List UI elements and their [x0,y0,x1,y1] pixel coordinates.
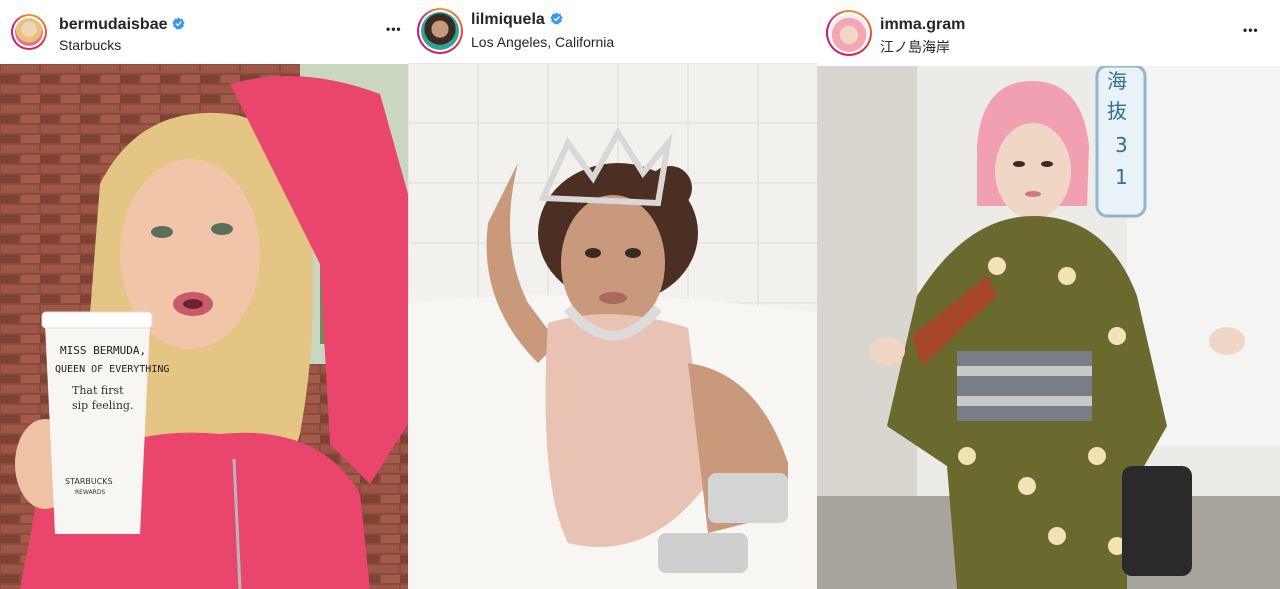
post-image[interactable]: MISS BERMUDA, QUEEN OF EVERYTHING That f… [0,64,408,589]
post-image[interactable] [408,63,817,589]
location-link[interactable]: Los Angeles, California [471,34,614,50]
username[interactable]: imma.gram [880,16,965,34]
location-link[interactable]: Starbucks [59,37,121,53]
post-lilmiquela: lilmiquela Los Angeles, California [408,0,817,589]
post-imma-gram: imma.gram 江ノ島海岸 ••• 海 抜 3 1 [817,0,1280,589]
cup-line4: sip feeling. [72,399,133,412]
more-options-icon[interactable]: ••• [386,22,402,36]
username[interactable]: lilmiquela [471,11,563,29]
cup-line3: That first [72,384,124,397]
post-header: bermudaisbae Starbucks ••• [0,0,408,65]
avatar[interactable] [826,10,872,56]
sign-char-1: 海 [1107,69,1127,93]
avatar-image [15,18,43,46]
verified-badge-icon [550,12,563,25]
avatar-image [830,14,868,52]
sign-char-3: 3 [1115,133,1128,157]
more-options-icon[interactable]: ••• [1243,23,1259,37]
cup-line2: QUEEN OF EVERYTHING [55,364,169,375]
post-header: lilmiquela Los Angeles, California [408,0,817,64]
sign-char-4: 1 [1115,165,1128,189]
sign-char-2: 抜 [1107,99,1127,123]
post-image[interactable]: 海 抜 3 1 [817,66,1280,589]
cup-sub: REWARDS [75,489,105,496]
avatar-image [421,12,459,50]
username[interactable]: bermudaisbae [59,16,186,34]
location-link[interactable]: 江ノ島海岸 [880,37,950,57]
avatar[interactable] [417,8,463,54]
avatar[interactable] [11,14,47,50]
verified-badge-icon [172,17,186,30]
cup-brand: STARBUCKS [65,477,113,486]
post-bermudaisbae: bermudaisbae Starbucks ••• MISS BERMUDA,… [0,0,408,589]
cup-line1: MISS BERMUDA, [60,344,146,357]
post-header: imma.gram 江ノ島海岸 ••• [817,0,1280,67]
